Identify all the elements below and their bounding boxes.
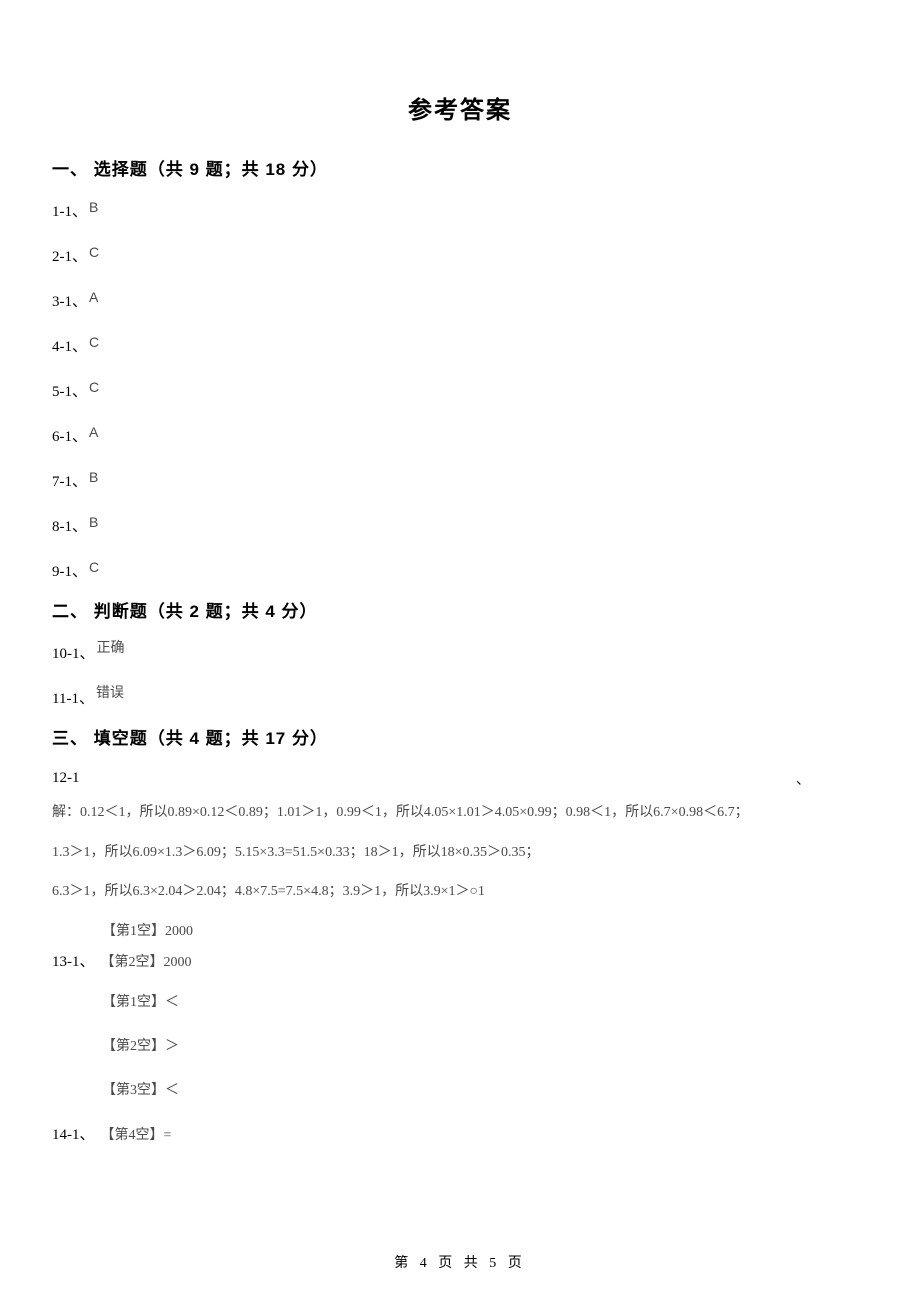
section-1-header: 一、 选择题（共 9 题；共 18 分）	[52, 155, 868, 180]
q-ans: C	[89, 379, 99, 395]
answer-14: 14-1、 【第4空】=	[52, 1123, 868, 1144]
answer-9: 9-1、 C	[52, 560, 868, 581]
answer-12: 12-1 、	[52, 769, 868, 787]
q-num: 5-1、	[52, 380, 87, 401]
q-ans: A	[89, 289, 98, 305]
q-num: 9-1、	[52, 560, 87, 581]
q-ans: 错误	[96, 682, 124, 702]
q-num: 2-1、	[52, 245, 87, 266]
section-2-header: 二、 判断题（共 2 题；共 4 分）	[52, 597, 868, 622]
answer-6: 6-1、 A	[52, 425, 868, 446]
q-num: 4-1、	[52, 335, 87, 356]
q-num: 11-1、	[52, 687, 94, 708]
blank-3: 【第3空】＜	[102, 1079, 868, 1099]
q-ans: B	[89, 514, 98, 530]
answer-11: 11-1、 错误	[52, 687, 868, 708]
answer-7: 7-1、 B	[52, 470, 868, 491]
q-ans: B	[89, 199, 98, 215]
q-ans: C	[89, 244, 99, 260]
answer-10: 10-1、 正确	[52, 642, 868, 663]
section-3-header: 三、 填空题（共 4 题；共 17 分）	[52, 724, 868, 749]
q-num: 1-1、	[52, 200, 87, 221]
q-trailing: 、	[796, 769, 810, 789]
page-content: 参考答案 一、 选择题（共 9 题；共 18 分） 1-1、 B 2-1、 C …	[0, 0, 920, 1144]
answer-8: 8-1、 B	[52, 515, 868, 536]
answer-4: 4-1、 C	[52, 335, 868, 356]
q-num: 10-1、	[52, 642, 95, 663]
q-ans: A	[89, 424, 98, 440]
q-num: 7-1、	[52, 470, 87, 491]
q14-blanks: 【第1空】＜ 【第2空】＞ 【第3空】＜	[102, 991, 868, 1099]
answer-5: 5-1、 C	[52, 380, 868, 401]
page-title: 参考答案	[52, 90, 868, 125]
q-num: 12-1	[52, 770, 80, 786]
blank-2: 【第2空】2000	[101, 951, 192, 971]
blank-4: 【第4空】=	[101, 1124, 172, 1144]
blank-1: 【第1空】＜	[102, 991, 868, 1011]
blank-2: 【第2空】＞	[102, 1035, 868, 1055]
q-num: 13-1、	[52, 950, 95, 971]
answer-13: 13-1、 【第2空】2000	[52, 950, 868, 971]
answer-3: 3-1、 A	[52, 290, 868, 311]
q-ans: C	[89, 559, 99, 575]
solution-line-1: 解：0.12＜1，所以0.89×0.12＜0.89；1.01＞1，0.99＜1，…	[52, 803, 868, 823]
q-num: 8-1、	[52, 515, 87, 536]
q-num: 14-1、	[52, 1123, 95, 1144]
solution-line-2: 1.3＞1，所以6.09×1.3＞6.09；5.15×3.3=51.5×0.33…	[52, 843, 868, 863]
q-ans: 正确	[97, 637, 125, 657]
solution-line-3: 6.3＞1，所以6.3×2.04＞2.04；4.8×7.5=7.5×4.8；3.…	[52, 882, 868, 902]
q-num: 3-1、	[52, 290, 87, 311]
q-ans: B	[89, 469, 98, 485]
answer-2: 2-1、 C	[52, 245, 868, 266]
q-num: 6-1、	[52, 425, 87, 446]
q-ans: C	[89, 334, 99, 350]
blank-1: 【第1空】2000	[102, 920, 868, 940]
q13-blanks: 【第1空】2000	[102, 920, 868, 940]
page-footer: 第 4 页 共 5 页	[0, 1252, 920, 1272]
answer-1: 1-1、 B	[52, 200, 868, 221]
